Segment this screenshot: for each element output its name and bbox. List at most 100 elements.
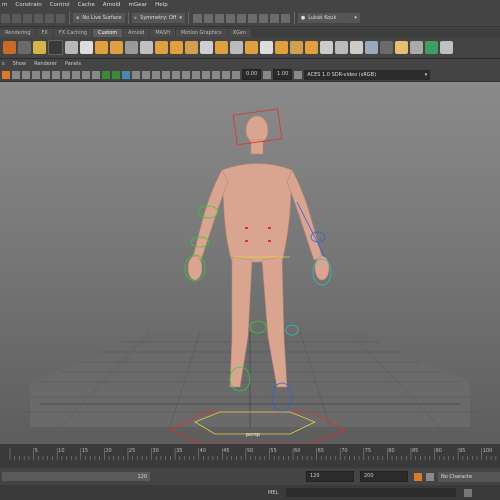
gamma-field[interactable]: 1.00 bbox=[273, 69, 293, 80]
auto-key-icon[interactable] bbox=[414, 472, 422, 481]
shelf-tab-mash[interactable]: MASH bbox=[150, 29, 175, 37]
panel-menu-show[interactable]: Show bbox=[13, 61, 27, 67]
shelf-tab-fx[interactable]: FX bbox=[36, 29, 53, 37]
view-transform-dropdown[interactable]: ACES 1.0 SDR-video (sRGB) ▾ bbox=[304, 69, 431, 80]
wireframe-icon[interactable] bbox=[92, 70, 100, 79]
viewport-persp[interactable]: persp bbox=[0, 82, 500, 444]
ambient-occlusion-icon[interactable] bbox=[152, 70, 160, 79]
arnold-render-icon[interactable] bbox=[258, 13, 268, 23]
exposure-field[interactable]: 0.00 bbox=[242, 69, 262, 80]
shelf-tab-arnold[interactable]: Arnold bbox=[123, 29, 150, 37]
shelf-mesh-icon[interactable] bbox=[125, 41, 138, 54]
color-management-icon[interactable] bbox=[294, 70, 303, 79]
shelf-grid-icon[interactable] bbox=[260, 41, 273, 54]
camera-attributes-icon[interactable] bbox=[2, 70, 10, 79]
panel-menu-renderer[interactable]: Renderer bbox=[34, 61, 57, 67]
shelf-pivot-icon[interactable] bbox=[18, 41, 31, 54]
xray-components-icon[interactable] bbox=[222, 70, 230, 79]
snap-curve-icon[interactable] bbox=[12, 13, 21, 23]
shelf-tab-rendering[interactable]: Rendering bbox=[0, 29, 36, 37]
playback-start-field[interactable]: 120 bbox=[306, 471, 354, 482]
anti-aliasing-icon[interactable] bbox=[172, 70, 180, 79]
grid-toggle-icon[interactable] bbox=[32, 70, 40, 79]
symmetry-dropdown[interactable]: ▸ Symmetry: Off ▾ bbox=[131, 13, 185, 23]
textured-icon[interactable] bbox=[122, 70, 130, 79]
hypershade-icon[interactable] bbox=[236, 13, 246, 23]
menu-item-m[interactable]: m bbox=[2, 2, 7, 8]
shelf-multicut-icon[interactable] bbox=[335, 41, 348, 54]
menu-item-cache[interactable]: Cache bbox=[78, 2, 95, 8]
render-settings-icon[interactable] bbox=[225, 13, 235, 23]
shelf-cube-pair-icon[interactable] bbox=[110, 41, 123, 54]
preferences-icon[interactable] bbox=[426, 472, 434, 481]
shelf-extrude-icon[interactable] bbox=[215, 41, 228, 54]
motion-blur-icon[interactable] bbox=[162, 70, 170, 79]
shelf-box-icon[interactable] bbox=[155, 41, 168, 54]
animation-end-field[interactable]: 200 bbox=[360, 471, 408, 482]
snap-view-icon[interactable] bbox=[34, 13, 43, 23]
script-editor-icon[interactable] bbox=[464, 488, 473, 497]
shelf-tab-xgen[interactable]: XGen bbox=[227, 29, 252, 37]
shelf-split-icon[interactable] bbox=[170, 41, 183, 54]
shelf-pencil-icon[interactable] bbox=[380, 41, 393, 54]
shelf-measure-icon[interactable] bbox=[410, 41, 423, 54]
snap-surface-icon[interactable] bbox=[45, 13, 54, 23]
snap-point-icon[interactable] bbox=[23, 13, 32, 23]
shelf-blank-icon[interactable] bbox=[48, 40, 63, 55]
bookmark-icon[interactable] bbox=[12, 70, 20, 79]
shelf-cube-orange-icon[interactable] bbox=[95, 41, 108, 54]
range-slider[interactable]: 120 bbox=[2, 472, 150, 481]
shelf-curve-green-icon[interactable] bbox=[425, 41, 438, 54]
wireframe-on-shaded-icon[interactable] bbox=[112, 70, 120, 79]
live-surface-dropdown[interactable]: ▪ No Live Surface bbox=[73, 13, 125, 23]
menu-item-control[interactable]: Control bbox=[50, 2, 70, 8]
smooth-shade-icon[interactable] bbox=[102, 70, 110, 79]
shelf-duplicate-icon[interactable] bbox=[200, 41, 213, 54]
snap-vertex-icon[interactable] bbox=[56, 13, 65, 23]
shelf-bridge-icon[interactable] bbox=[230, 41, 243, 54]
shelf-bevel-icon[interactable] bbox=[245, 41, 258, 54]
character-set-dropdown[interactable]: No Characte bbox=[438, 471, 500, 482]
shelf-merge-icon[interactable] bbox=[365, 41, 378, 54]
shelf-tab-motion-graphics[interactable]: Motion Graphics bbox=[175, 29, 227, 37]
safe-action-icon[interactable] bbox=[82, 70, 90, 79]
shelf-cube-white-icon[interactable] bbox=[80, 41, 93, 54]
menu-item-constrain[interactable]: Constrain bbox=[15, 2, 41, 8]
shelf-xyz-icon[interactable] bbox=[65, 41, 78, 54]
menu-item-arnold[interactable]: Arnold bbox=[103, 2, 121, 8]
isolate-select-icon[interactable] bbox=[192, 70, 200, 79]
shelf-hammer-icon[interactable] bbox=[140, 41, 153, 54]
ipr-icon[interactable] bbox=[214, 13, 224, 23]
shelf-script-icon[interactable] bbox=[3, 41, 16, 54]
menu-item-mgear[interactable]: mGear bbox=[129, 2, 148, 8]
command-language-label[interactable]: MEL bbox=[268, 490, 278, 496]
pause-icon[interactable] bbox=[269, 13, 279, 23]
use-lights-icon[interactable] bbox=[132, 70, 140, 79]
xray-icon[interactable] bbox=[202, 70, 210, 79]
field-chart-icon[interactable] bbox=[72, 70, 80, 79]
shelf-paint-icon[interactable] bbox=[395, 41, 408, 54]
resolution-gate-icon[interactable] bbox=[52, 70, 60, 79]
shelf-tab-fx-caching[interactable]: FX Caching bbox=[53, 29, 92, 37]
film-gate-icon[interactable] bbox=[42, 70, 50, 79]
history-icon[interactable] bbox=[192, 13, 202, 23]
gamma-icon[interactable] bbox=[263, 70, 272, 79]
shelf-tab-custom[interactable]: Custom bbox=[92, 29, 123, 37]
shelf-uv-icon[interactable] bbox=[440, 41, 453, 54]
playblast-icon[interactable] bbox=[280, 13, 290, 23]
user-account-dropdown[interactable]: ● Lukáš Kouk ▾ bbox=[297, 13, 360, 23]
snap-icon[interactable] bbox=[1, 13, 10, 23]
image-plane-icon[interactable] bbox=[22, 70, 30, 79]
gate-mask-icon[interactable] bbox=[62, 70, 70, 79]
shelf-boolean-icon[interactable] bbox=[275, 41, 288, 54]
shelf-combine-icon[interactable] bbox=[185, 41, 198, 54]
shelf-target-weld-icon[interactable] bbox=[350, 41, 363, 54]
shelf-cut-icon[interactable] bbox=[320, 41, 333, 54]
shelf-smooth-icon[interactable] bbox=[290, 41, 303, 54]
panel-menu-s[interactable]: s bbox=[2, 61, 5, 67]
exposure-icon[interactable] bbox=[232, 70, 240, 79]
render-icon[interactable] bbox=[203, 13, 213, 23]
xray-joints-icon[interactable] bbox=[212, 70, 220, 79]
shelf-fill-icon[interactable] bbox=[305, 41, 318, 54]
time-slider[interactable]: 5 10 15 20 25 30 35 40 45 50 55 60 65 70 75 80 85 90 95 100… bbox=[0, 444, 500, 468]
